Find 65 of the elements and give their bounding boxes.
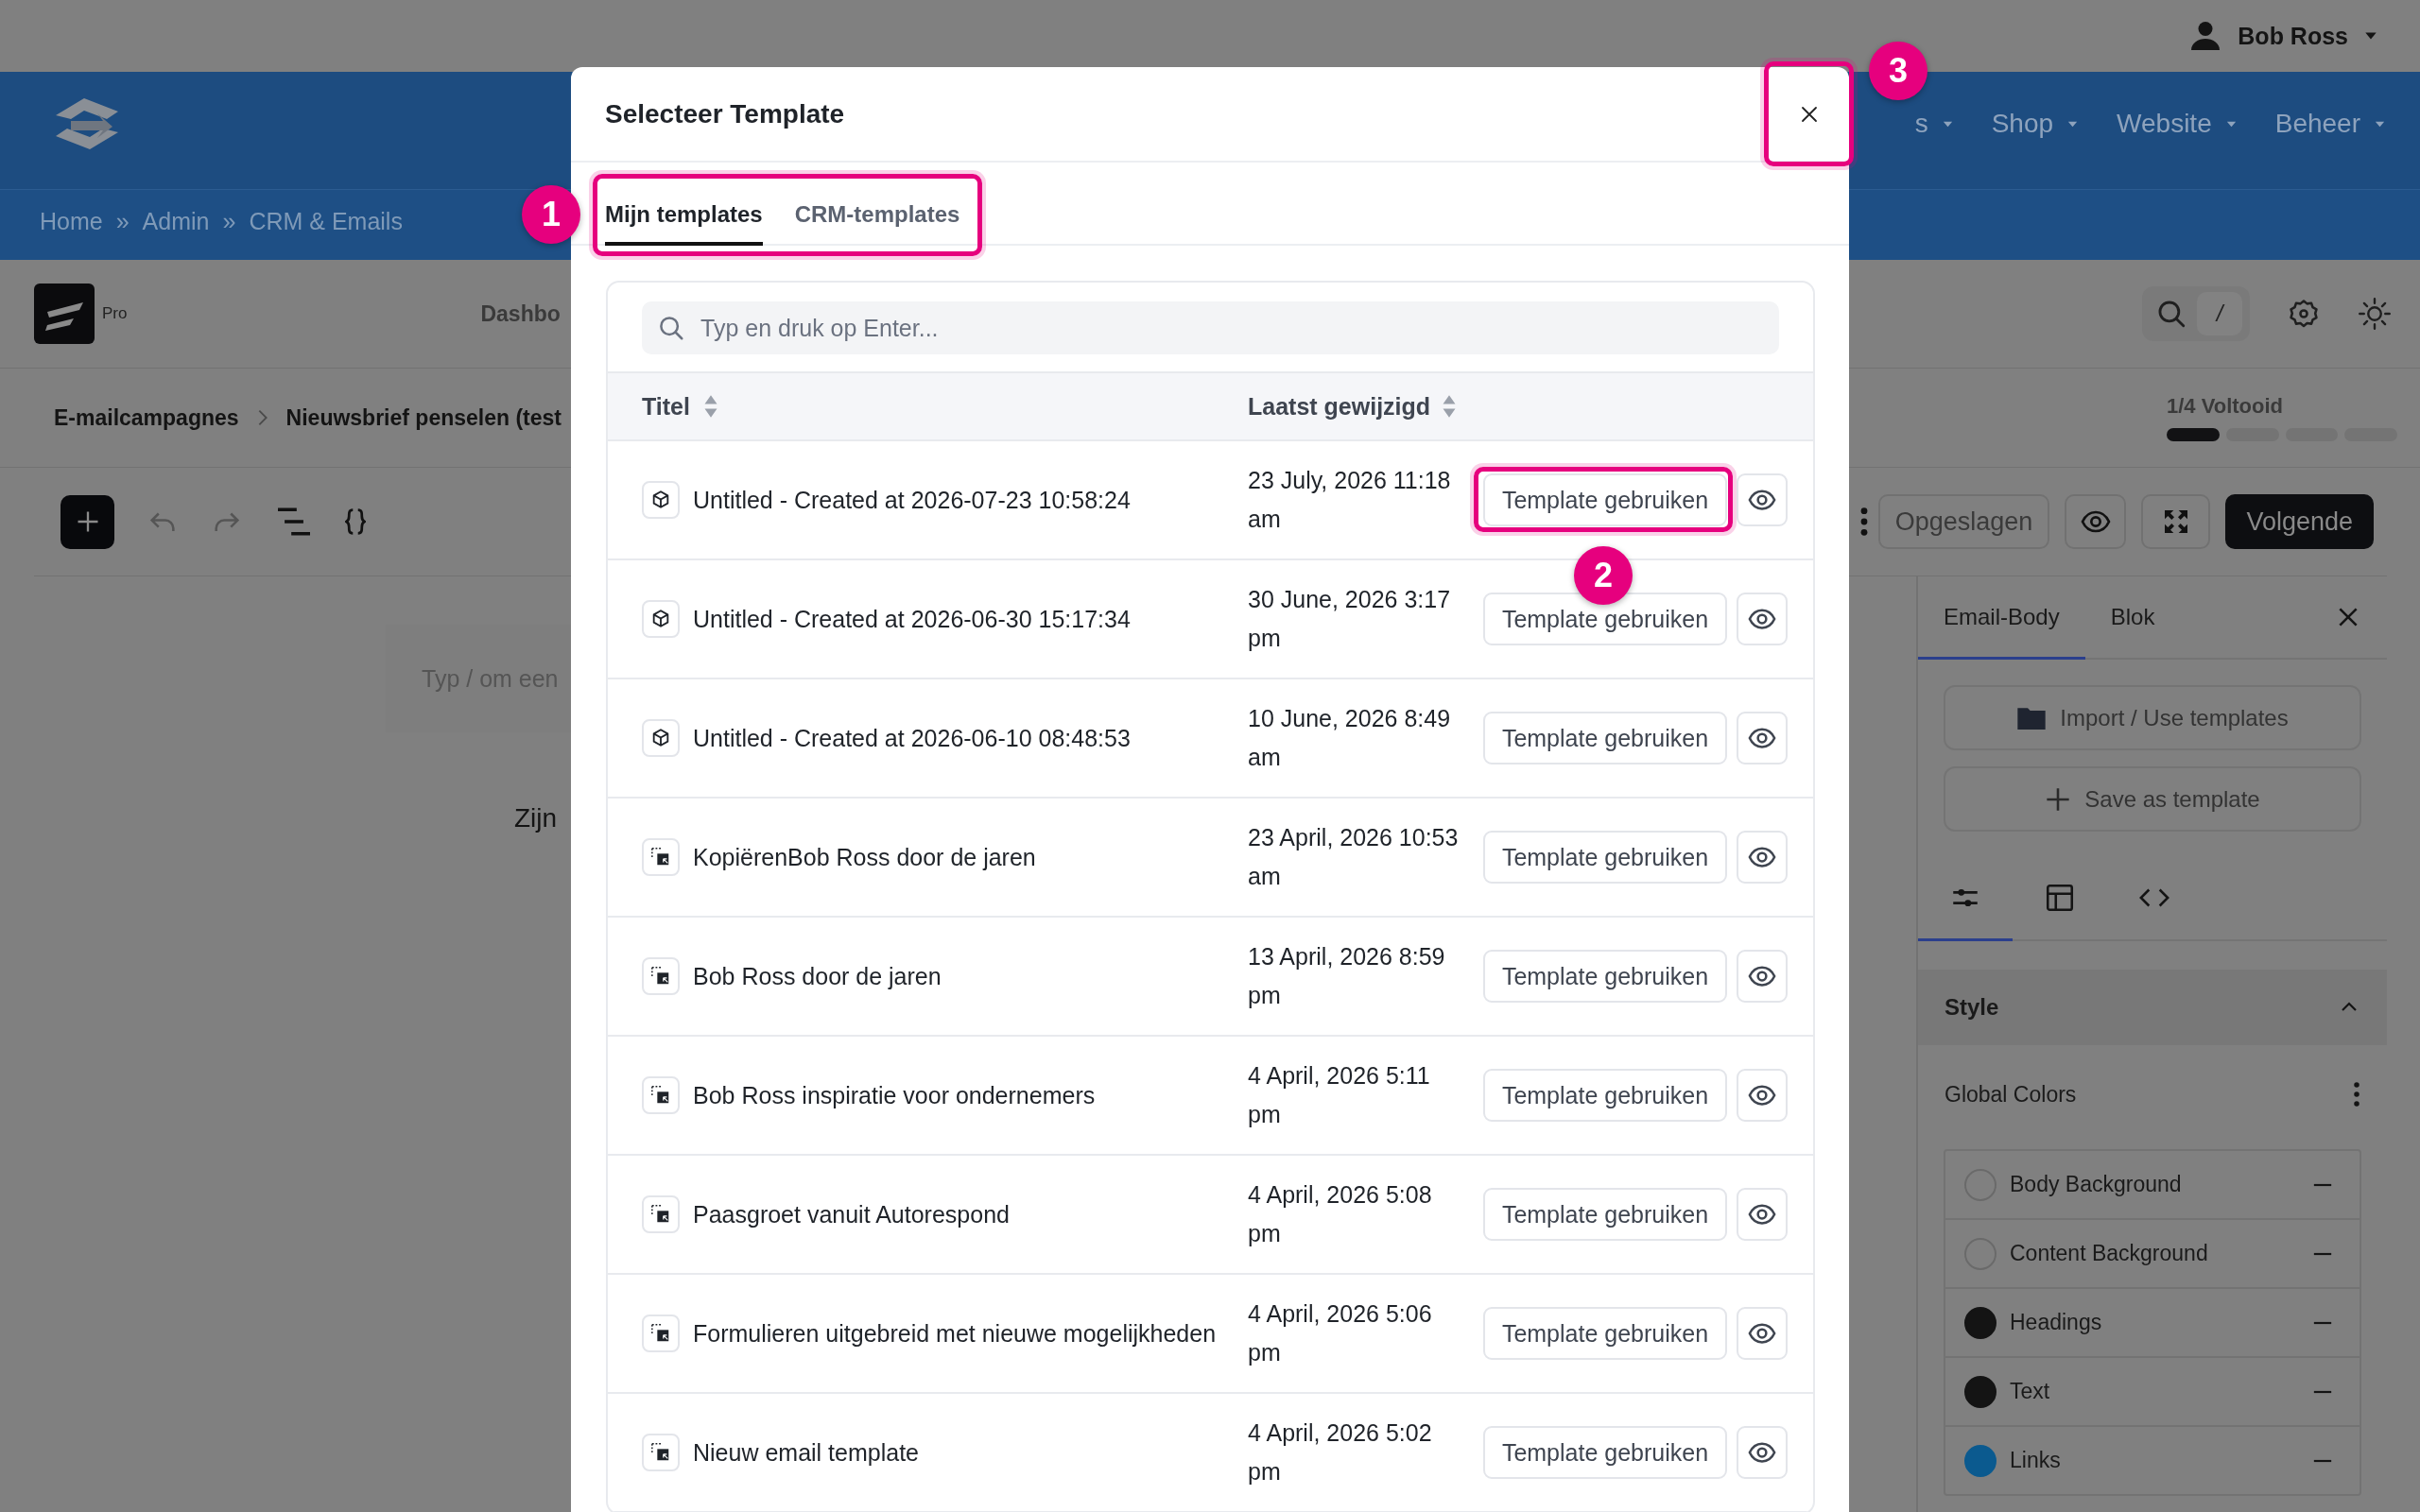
color-name: Content Background bbox=[2010, 1241, 2208, 1266]
search-box[interactable]: / bbox=[2142, 286, 2250, 341]
tab[interactable]: CRM-templates bbox=[794, 187, 960, 246]
template-title: Bob Ross inspiratie voor ondernemers bbox=[693, 1080, 1096, 1110]
panel-tab[interactable]: Email-Body bbox=[1918, 576, 2085, 660]
nav-menu[interactable]: s bbox=[1914, 109, 1954, 139]
use-template-button[interactable]: Template gebruiken bbox=[1483, 1426, 1727, 1479]
shortcut-key: / bbox=[2197, 292, 2242, 335]
body-text: Zijn bbox=[514, 803, 559, 833]
next-button[interactable]: Volgende bbox=[2225, 494, 2374, 549]
use-template-button[interactable]: Template gebruiken bbox=[1483, 593, 1727, 645]
search-field[interactable]: Typ en druk op Enter... bbox=[642, 301, 1779, 354]
breadcrumb-link[interactable]: CRM & Emails bbox=[249, 207, 403, 235]
use-template-button[interactable]: Template gebruiken bbox=[1483, 1188, 1727, 1241]
modified-date: 13 April, 2026 8:59 pm bbox=[1248, 942, 1446, 1010]
template-title: KopiërenBob Ross door de jaren bbox=[693, 842, 1036, 872]
modified-date: 4 April, 2026 5:06 pm bbox=[1248, 1299, 1433, 1367]
section-title: Style bbox=[1945, 994, 1999, 1021]
save-template-button[interactable]: Save as template bbox=[1944, 766, 2361, 832]
modified-date: 4 April, 2026 5:08 pm bbox=[1248, 1180, 1433, 1248]
use-template-button[interactable]: Template gebruiken bbox=[1483, 473, 1727, 526]
color-name: Text bbox=[2010, 1379, 2050, 1404]
template-title: Untitled - Created at 2026-07-23 10:58:24 bbox=[693, 485, 1131, 515]
template-title: Bob Ross door de jaren bbox=[693, 961, 942, 991]
breadcrumb-link[interactable]: Admin bbox=[142, 207, 210, 235]
section-header[interactable]: Style bbox=[1918, 970, 2387, 1045]
use-template-button[interactable]: Template gebruiken bbox=[1483, 831, 1727, 884]
modified-date: 10 June, 2026 8:49 am bbox=[1248, 704, 1452, 772]
modified-date: 4 April, 2026 5:02 pm bbox=[1248, 1418, 1433, 1486]
nav-menu[interactable]: Beheer bbox=[2274, 109, 2386, 139]
modal-title: Selecteer Template bbox=[605, 98, 845, 129]
breadcrumb-separator: » bbox=[222, 207, 236, 235]
color-name: Links bbox=[2010, 1448, 2061, 1473]
import-templates-button[interactable]: Import / Use templates bbox=[1944, 685, 2361, 750]
template-title: Untitled - Created at 2026-06-30 15:17:34 bbox=[693, 604, 1131, 634]
panel-tab[interactable]: Blok bbox=[2084, 576, 2181, 660]
template-title: Nieuw email template bbox=[693, 1437, 919, 1468]
search-input[interactable]: Typ en druk op Enter... bbox=[699, 313, 1779, 343]
group-title: Global Colors bbox=[1945, 1081, 2077, 1108]
saved-button[interactable]: Opgeslagen bbox=[1877, 494, 2050, 549]
use-template-button[interactable]: Template gebruiken bbox=[1483, 950, 1727, 1003]
color-name: Body Background bbox=[2010, 1172, 2182, 1197]
breadcrumb-current: Nieuwsbrief penselen (test bbox=[285, 404, 562, 431]
column-header[interactable]: Titel bbox=[642, 392, 690, 421]
modified-date: 30 June, 2026 3:17 pm bbox=[1248, 585, 1452, 653]
plan-label: Pro bbox=[102, 304, 128, 323]
tab[interactable]: Mijn templates bbox=[605, 187, 763, 246]
nav-menu[interactable]: Shop bbox=[1991, 109, 2080, 139]
nav-link[interactable]: Dashbo bbox=[480, 301, 561, 327]
user-name[interactable]: Bob Ross bbox=[2238, 22, 2348, 50]
color-name: Headings bbox=[2010, 1310, 2102, 1335]
template-title: Paasgroet vanuit Autorespond bbox=[693, 1199, 1010, 1229]
breadcrumb-link[interactable]: Home bbox=[40, 207, 103, 235]
template-title: Untitled - Created at 2026-06-10 08:48:53 bbox=[693, 723, 1131, 753]
nav-menu[interactable]: Website bbox=[2117, 109, 2238, 139]
use-template-button[interactable]: Template gebruiken bbox=[1483, 712, 1727, 765]
modified-date: 23 April, 2026 10:53 am bbox=[1248, 823, 1460, 891]
breadcrumb-separator: » bbox=[115, 207, 130, 235]
template-title: Formulieren uitgebreid met nieuwe mogelijkheden bbox=[693, 1318, 1217, 1349]
breadcrumb-link[interactable]: E-mailcampagnes bbox=[54, 404, 239, 431]
progress-label: 1/4 Voltooid bbox=[2167, 394, 2285, 419]
use-template-button[interactable]: Template gebruiken bbox=[1483, 1307, 1727, 1360]
modified-date: 4 April, 2026 5:11 pm bbox=[1248, 1061, 1431, 1129]
use-template-button[interactable]: Template gebruiken bbox=[1483, 1069, 1727, 1122]
modified-date: 23 July, 2026 11:18 am bbox=[1248, 466, 1452, 534]
